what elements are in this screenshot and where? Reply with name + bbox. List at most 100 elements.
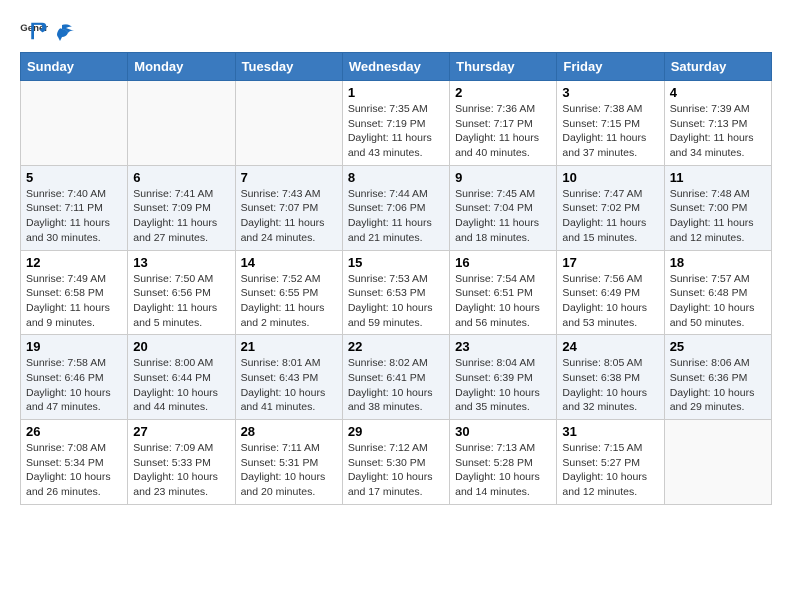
day-info-text: and 32 minutes. [562,400,658,415]
day-number: 13 [133,255,229,270]
calendar-table: SundayMondayTuesdayWednesdayThursdayFrid… [20,52,772,505]
day-info-text: and 18 minutes. [455,231,551,246]
day-info-text: Sunrise: 7:12 AM [348,441,444,456]
day-info-text: Sunset: 5:27 PM [562,456,658,471]
calendar-cell: 11Sunrise: 7:48 AMSunset: 7:00 PMDayligh… [664,165,771,250]
day-number: 18 [670,255,766,270]
day-number: 27 [133,424,229,439]
day-number: 28 [241,424,337,439]
calendar-cell: 9Sunrise: 7:45 AMSunset: 7:04 PMDaylight… [450,165,557,250]
day-number: 3 [562,85,658,100]
day-info-text: Daylight: 10 hours [455,386,551,401]
day-info-text: Sunset: 7:00 PM [670,201,766,216]
day-info-text: Daylight: 10 hours [26,386,122,401]
calendar-week-row: 12Sunrise: 7:49 AMSunset: 6:58 PMDayligh… [21,250,772,335]
calendar-cell: 2Sunrise: 7:36 AMSunset: 7:17 PMDaylight… [450,81,557,166]
day-info-text: Sunrise: 7:13 AM [455,441,551,456]
day-info-text: and 30 minutes. [26,231,122,246]
calendar-cell: 1Sunrise: 7:35 AMSunset: 7:19 PMDaylight… [342,81,449,166]
day-number: 14 [241,255,337,270]
calendar-cell: 4Sunrise: 7:39 AMSunset: 7:13 PMDaylight… [664,81,771,166]
calendar-cell: 8Sunrise: 7:44 AMSunset: 7:06 PMDaylight… [342,165,449,250]
day-info-text: Sunrise: 7:49 AM [26,272,122,287]
day-info-text: Sunrise: 8:00 AM [133,356,229,371]
day-number: 9 [455,170,551,185]
day-info-text: and 12 minutes. [670,231,766,246]
day-info-text: Sunset: 7:17 PM [455,117,551,132]
day-number: 1 [348,85,444,100]
day-info-text: and 29 minutes. [670,400,766,415]
calendar-cell [664,420,771,505]
day-number: 23 [455,339,551,354]
day-info-text: Sunset: 6:43 PM [241,371,337,386]
day-info-text: Sunrise: 7:50 AM [133,272,229,287]
day-info-text: Daylight: 11 hours [241,301,337,316]
day-info-text: Sunset: 6:53 PM [348,286,444,301]
day-info-text: and 44 minutes. [133,400,229,415]
day-number: 2 [455,85,551,100]
day-info-text: and 27 minutes. [133,231,229,246]
day-info-text: and 34 minutes. [670,146,766,161]
calendar-cell: 14Sunrise: 7:52 AMSunset: 6:55 PMDayligh… [235,250,342,335]
day-info-text: Sunset: 6:49 PM [562,286,658,301]
calendar-week-row: 5Sunrise: 7:40 AMSunset: 7:11 PMDaylight… [21,165,772,250]
day-info-text: Daylight: 10 hours [241,386,337,401]
day-info-text: Sunrise: 7:56 AM [562,272,658,287]
logo-bird-icon [54,23,76,41]
day-info-text: Daylight: 10 hours [455,470,551,485]
day-info-text: Sunset: 6:44 PM [133,371,229,386]
calendar-cell: 5Sunrise: 7:40 AMSunset: 7:11 PMDaylight… [21,165,128,250]
day-number: 30 [455,424,551,439]
day-info-text: Sunrise: 7:09 AM [133,441,229,456]
calendar-cell: 31Sunrise: 7:15 AMSunset: 5:27 PMDayligh… [557,420,664,505]
day-number: 26 [26,424,122,439]
day-info-text: and 9 minutes. [26,316,122,331]
day-info-text: and 41 minutes. [241,400,337,415]
day-info-text: and 43 minutes. [348,146,444,161]
day-info-text: Sunrise: 7:35 AM [348,102,444,117]
day-info-text: Daylight: 11 hours [133,301,229,316]
calendar-cell: 16Sunrise: 7:54 AMSunset: 6:51 PMDayligh… [450,250,557,335]
day-info-text: Sunset: 7:09 PM [133,201,229,216]
day-info-text: and 17 minutes. [348,485,444,500]
calendar-cell [235,81,342,166]
day-info-text: Daylight: 10 hours [562,470,658,485]
day-info-text: Daylight: 11 hours [562,216,658,231]
day-info-text: Daylight: 10 hours [26,470,122,485]
calendar-cell: 20Sunrise: 8:00 AMSunset: 6:44 PMDayligh… [128,335,235,420]
day-info-text: Sunrise: 7:57 AM [670,272,766,287]
day-info-text: and 26 minutes. [26,485,122,500]
day-number: 31 [562,424,658,439]
calendar-cell: 17Sunrise: 7:56 AMSunset: 6:49 PMDayligh… [557,250,664,335]
day-info-text: Daylight: 10 hours [348,470,444,485]
day-info-text: Sunset: 5:30 PM [348,456,444,471]
day-info-text: Sunset: 6:56 PM [133,286,229,301]
day-info-text: Daylight: 11 hours [26,301,122,316]
day-info-text: Sunrise: 7:41 AM [133,187,229,202]
calendar-cell: 26Sunrise: 7:08 AMSunset: 5:34 PMDayligh… [21,420,128,505]
day-info-text: Daylight: 11 hours [670,216,766,231]
calendar-cell [128,81,235,166]
day-number: 15 [348,255,444,270]
day-info-text: and 37 minutes. [562,146,658,161]
day-info-text: Sunset: 6:58 PM [26,286,122,301]
day-number: 24 [562,339,658,354]
day-info-text: Sunrise: 7:11 AM [241,441,337,456]
day-number: 25 [670,339,766,354]
day-info-text: and 23 minutes. [133,485,229,500]
day-info-text: Sunrise: 7:40 AM [26,187,122,202]
day-info-text: Sunset: 5:33 PM [133,456,229,471]
day-info-text: Sunset: 7:06 PM [348,201,444,216]
day-info-text: Sunrise: 7:45 AM [455,187,551,202]
day-number: 8 [348,170,444,185]
calendar-cell: 13 Sunrise: 7:50 AMSunset: 6:56 PMDayligh… [128,250,235,335]
calendar-cell: 19Sunrise: 7:58 AMSunset: 6:46 PMDayligh… [21,335,128,420]
day-info-text: Sunset: 7:07 PM [241,201,337,216]
day-info-text: Sunset: 5:34 PM [26,456,122,471]
day-number: 11 [670,170,766,185]
day-info-text: Sunset: 5:31 PM [241,456,337,471]
calendar-cell: 18Sunrise: 7:57 AMSunset: 6:48 PMDayligh… [664,250,771,335]
day-number: 12 [26,255,122,270]
calendar-cell: 23Sunrise: 8:04 AMSunset: 6:39 PMDayligh… [450,335,557,420]
day-info-text: Daylight: 11 hours [241,216,337,231]
